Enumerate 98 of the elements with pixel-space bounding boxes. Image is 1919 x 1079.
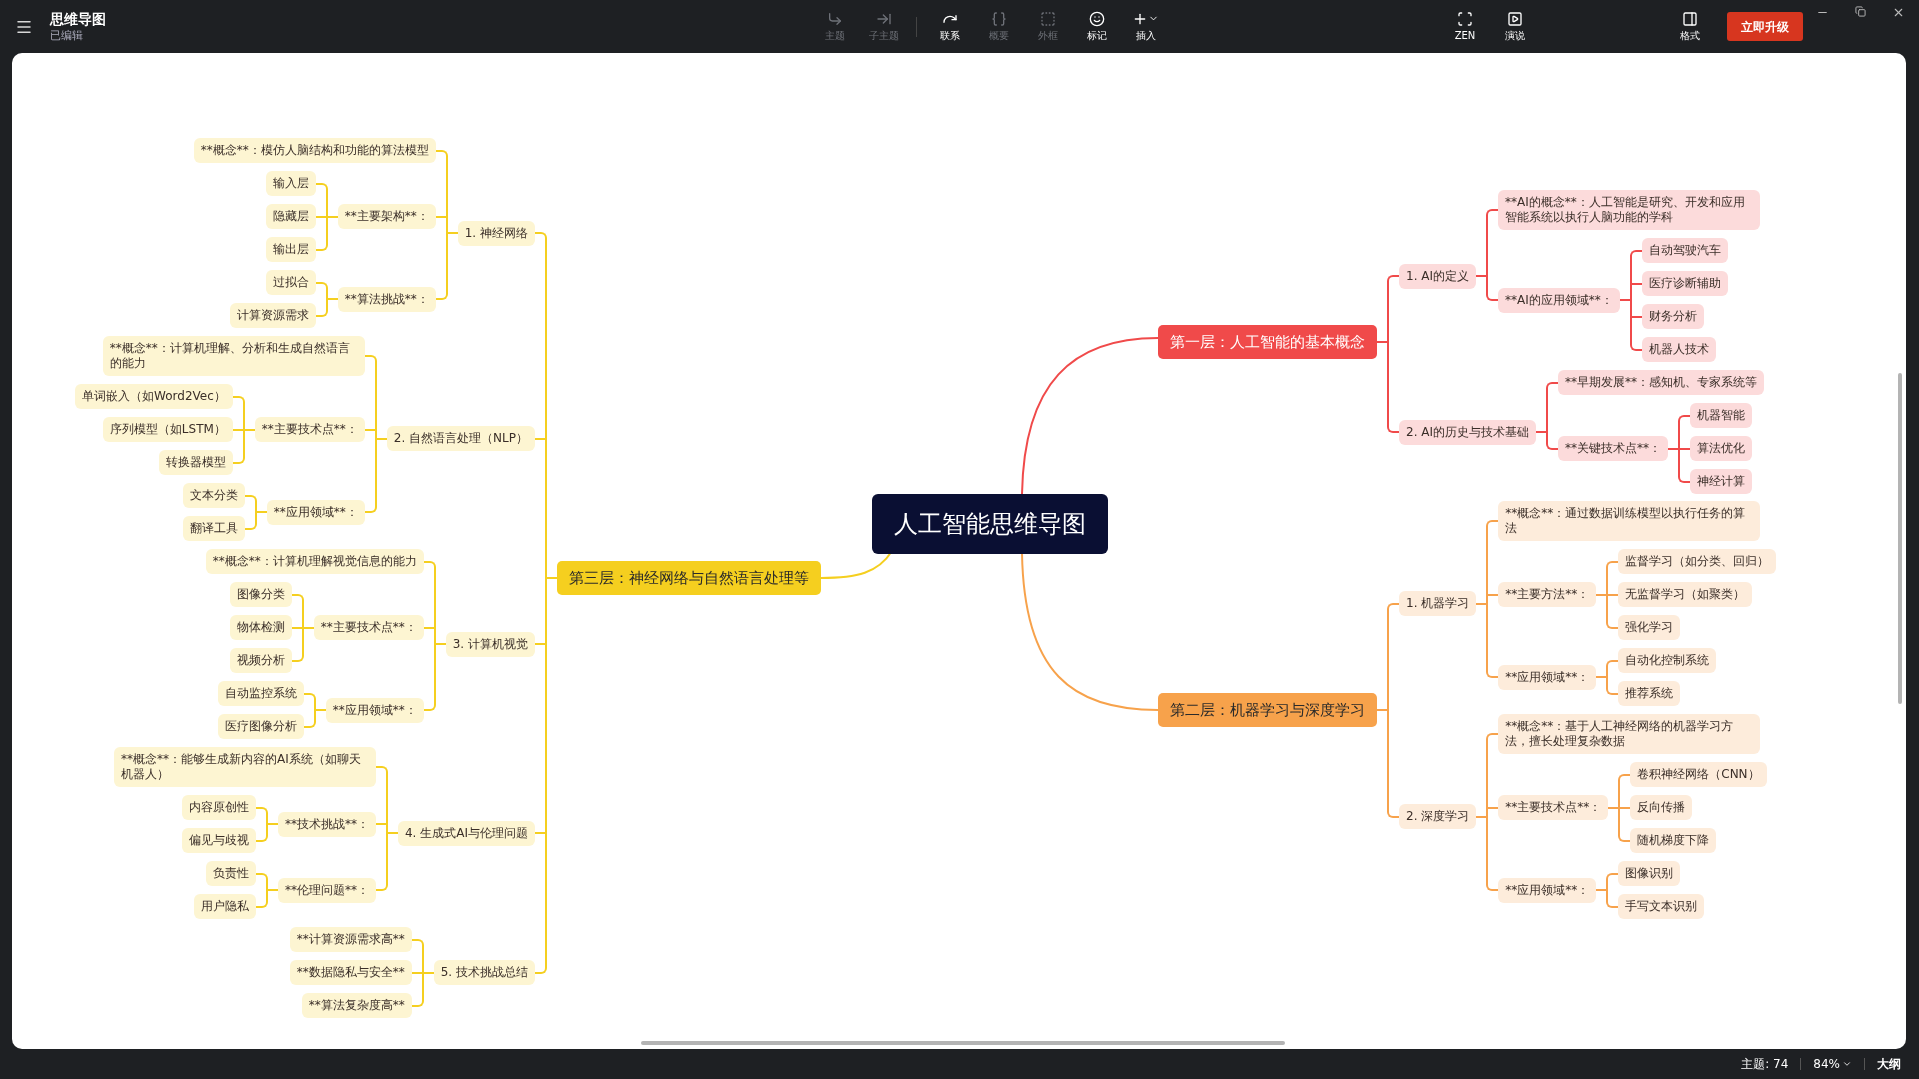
topic-node: **应用领域**： [1498, 877, 1597, 903]
topic-node: 反向传播 [1630, 795, 1693, 820]
topic-node: 自动驾驶汽车 [1641, 238, 1728, 263]
horizontal-scrollbar[interactable] [641, 1041, 1285, 1045]
zoom-dropdown[interactable]: 84% [1813, 1055, 1852, 1073]
topic-node: 手写文本识别 [1618, 894, 1705, 919]
topic-node: 1. 机器学习 [1399, 591, 1477, 616]
topic-node: 文本分类 [182, 483, 245, 508]
corner-arrow-icon [826, 10, 843, 27]
view-button[interactable]: 演说 [1495, 10, 1535, 43]
topic-node: 推荐系统 [1618, 681, 1681, 706]
toolbar-button[interactable]: 插入 [1121, 10, 1170, 43]
topic-node: 机器智能 [1690, 403, 1752, 428]
topic-node: 2. 深度学习 [1399, 804, 1477, 829]
topic-node: **概念**：通过数据训练模型以执行任务的算法 [1498, 501, 1761, 541]
topic-node: 3. 计算机视觉 [445, 631, 535, 657]
expand-icon [1457, 10, 1473, 27]
topic-node: 4. 生成式AI与伦理问题 [398, 820, 535, 846]
document-title: 思维导图 [50, 9, 107, 28]
play-icon [1507, 10, 1523, 27]
topic-node: **AI的应用领域**： [1498, 287, 1620, 313]
topic-node: 5. 技术挑战总结 [433, 960, 535, 985]
toolbar-button[interactable]: 标记 [1072, 10, 1121, 43]
topic-node: **主要方法**： [1498, 582, 1597, 607]
topic-node: 用户隐私 [194, 894, 256, 919]
topic-node: 计算资源需求 [229, 303, 316, 328]
topic-node: **概念**：能够生成新内容的AI系统（如聊天机器人） [114, 747, 376, 787]
topic-node: **早期发展**：感知机、专家系统等 [1558, 370, 1764, 395]
topic-node: 输出层 [265, 237, 316, 262]
topic-node: **主要技术点**： [254, 417, 365, 442]
topic-node: **概念**：模仿人脑结构和功能的算法模型 [193, 138, 436, 163]
topic-node: **主要架构**： [337, 204, 436, 229]
topic-node: **技术挑战**： [278, 811, 376, 837]
close-icon[interactable] [1892, 6, 1905, 19]
main-topic: 第三层：神经网络与自然语言处理等 [557, 561, 821, 595]
topic-node: **计算资源需求高** [289, 927, 412, 952]
topic-node: 自动监控系统 [217, 681, 304, 706]
topic-node: 算法优化 [1690, 436, 1752, 461]
panel-icon [1682, 10, 1698, 27]
topic-node: 隐藏层 [265, 204, 316, 229]
topic-node: **关键技术点**： [1558, 436, 1668, 461]
topic-node: 单词嵌入（如Word2Vec） [75, 384, 233, 409]
topic-node: 神经计算 [1690, 469, 1752, 494]
main-topic: 第一层：人工智能的基本概念 [1158, 325, 1377, 359]
topic-node: 自动化控制系统 [1618, 648, 1717, 673]
topic-node: 负责性 [206, 861, 256, 886]
topic-node: 图像分类 [229, 582, 292, 607]
topic-node: **主要技术点**： [1498, 795, 1609, 820]
topic-node: 1. 神经网络 [457, 220, 535, 246]
topic-node: 图像识别 [1618, 861, 1681, 886]
topic-node: 翻译工具 [182, 516, 245, 541]
toolbar-button[interactable]: 联系 [925, 10, 974, 43]
topic-node: 内容原创性 [182, 795, 256, 820]
topic-node: **概念**：计算机理解、分析和生成自然语言的能力 [102, 336, 365, 376]
topic-node: 2. 自然语言处理（NLP） [386, 426, 535, 451]
topic-node: 机器人技术 [1641, 337, 1716, 362]
caret-icon [1842, 1059, 1852, 1069]
save-status: 已编辑 [50, 27, 84, 44]
topic-node: 无监督学习（如聚类） [1618, 582, 1753, 607]
topic-node: 卷积神经网络（CNN） [1630, 762, 1767, 787]
topic-node: **AI的概念**：人工智能是研究、开发和应用智能系统以执行人脑功能的学科 [1498, 190, 1760, 230]
topic-node: **应用领域**： [325, 697, 424, 723]
topic-node: 偏见与歧视 [182, 828, 256, 853]
topic-node: 强化学习 [1618, 615, 1681, 640]
topic-node: **概念**：基于人工神经网络的机器学习方法，擅长处理复杂数据 [1498, 714, 1761, 754]
topic-node: **算法复杂度高** [301, 993, 412, 1018]
topic-count: 主题: 74 [1741, 1056, 1789, 1073]
format-button[interactable]: 格式 [1670, 10, 1710, 43]
topic-node: 视频分析 [229, 648, 292, 673]
topic-node: 随机梯度下降 [1630, 828, 1717, 853]
main-topic: 第二层：机器学习与深度学习 [1158, 693, 1377, 727]
brace-icon [990, 10, 1007, 27]
topic-node: 医疗诊断辅助 [1641, 271, 1728, 296]
topic-node: **概念**：计算机理解视觉信息的能力 [205, 549, 424, 574]
topic-node: 序列模型（如LSTM） [102, 417, 233, 442]
topic-node: 财务分析 [1641, 304, 1704, 329]
topic-node: 2. AI的历史与技术基础 [1399, 419, 1536, 445]
topic-node: 1. AI的定义 [1399, 263, 1476, 289]
outline-button[interactable]: 大纲 [1877, 1055, 1901, 1073]
vertical-scrollbar[interactable] [1898, 373, 1902, 704]
smiley-icon [1088, 10, 1105, 27]
topic-node: 物体检测 [229, 615, 292, 640]
topic-node: 转换器模型 [158, 450, 233, 475]
restore-icon[interactable] [1855, 6, 1866, 17]
topic-node: 过拟合 [265, 270, 316, 295]
topic-node: 输入层 [265, 171, 316, 196]
root-topic: 人工智能思维导图 [872, 494, 1108, 554]
dashed-square-icon [1039, 10, 1056, 27]
topic-node: 医疗图像分析 [217, 714, 304, 739]
topic-node: **主要技术点**： [313, 615, 424, 640]
upgrade-button[interactable]: 立即升级 [1727, 12, 1803, 41]
topic-node: **算法挑战**： [337, 286, 436, 312]
topic-node: **伦理问题**： [278, 877, 376, 903]
topic-node: 监督学习（如分类、回归） [1618, 549, 1777, 574]
topic-node: **数据隐私与安全** [289, 960, 412, 985]
topic-node: **应用领域**： [266, 499, 365, 525]
view-button[interactable]: ZEN [1445, 10, 1485, 43]
topic-node: **应用领域**： [1498, 664, 1597, 690]
